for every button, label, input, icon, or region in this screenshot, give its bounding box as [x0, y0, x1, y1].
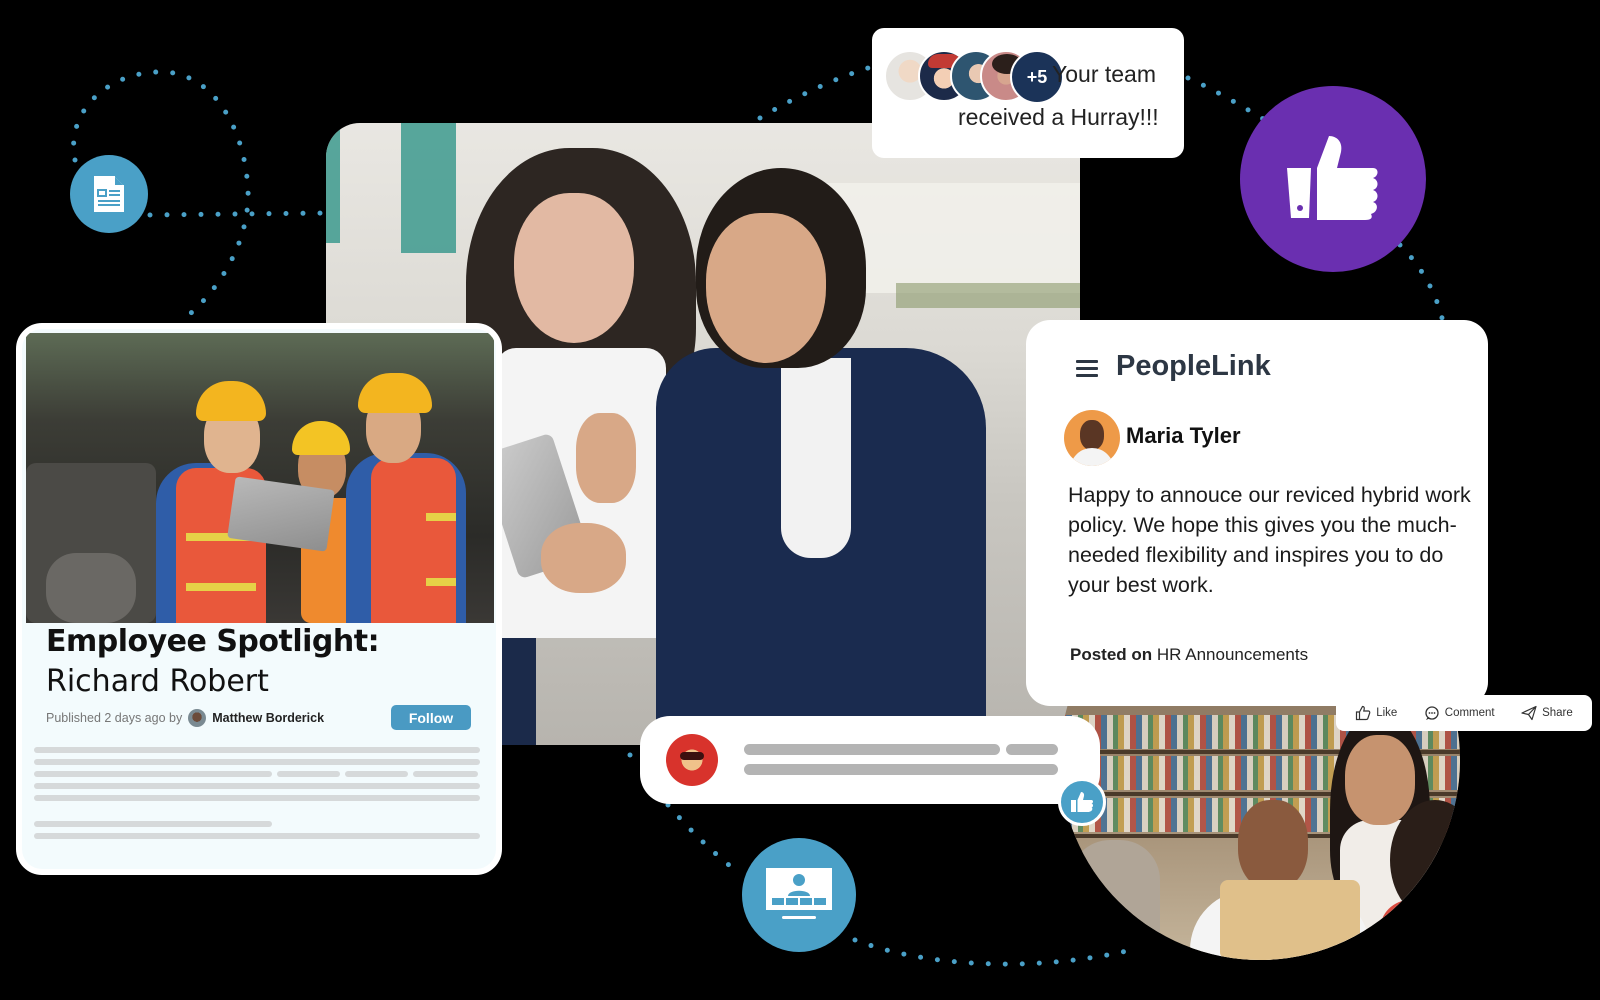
spotlight-employee-name: Richard Robert — [46, 664, 269, 699]
like-button[interactable]: Like — [1355, 705, 1397, 721]
send-paper-plane-icon — [1521, 705, 1537, 721]
text-placeholder — [34, 833, 480, 839]
document-icon — [94, 176, 124, 212]
post-body-text: Happy to annouce our reviced hybrid work… — [1068, 483, 1471, 597]
text-placeholder — [744, 764, 1058, 775]
posted-on-info: Posted on HR Announcements — [1070, 645, 1308, 665]
video-call-icon — [766, 868, 832, 919]
published-text: Published 2 days ago by — [46, 711, 183, 725]
text-placeholder — [277, 771, 340, 777]
text-placeholder — [345, 771, 408, 777]
comment-button[interactable]: Comment — [1424, 705, 1495, 721]
author-name-link[interactable]: Matthew Borderick — [212, 711, 324, 725]
post-author-avatar[interactable] — [1064, 410, 1120, 466]
reaction-like-badge — [1058, 778, 1106, 826]
like-label: Like — [1376, 707, 1398, 719]
hurray-notification-card[interactable]: +5 Your team received a Hurray!!! — [872, 28, 1184, 158]
thumbs-up-outline-icon — [1356, 705, 1371, 721]
hurray-message-line1: Your team — [1052, 61, 1156, 87]
post-author-name[interactable]: Maria Tyler — [1126, 423, 1241, 449]
spotlight-meta: Published 2 days ago by Matthew Borderic… — [46, 709, 324, 727]
comment-label: Comment — [1444, 707, 1495, 719]
comment-preview-card[interactable] — [640, 716, 1100, 804]
spotlight-title: Employee Spotlight: — [46, 624, 380, 659]
text-placeholder — [34, 759, 480, 765]
author-avatar — [188, 709, 207, 727]
posted-on-label: Posted on — [1070, 645, 1153, 664]
like-badge — [1240, 86, 1426, 272]
hamburger-menu-icon[interactable] — [1076, 360, 1098, 378]
posted-on-channel[interactable]: HR Announcements — [1157, 645, 1308, 664]
text-placeholder — [34, 747, 480, 753]
text-placeholder — [744, 744, 1000, 755]
text-placeholder — [34, 821, 272, 827]
follow-button[interactable]: Follow — [391, 705, 471, 730]
share-label: Share — [1542, 707, 1573, 719]
commenter-avatar — [666, 734, 718, 786]
app-brand-title: PeopleLink — [1116, 350, 1271, 382]
share-button[interactable]: Share — [1521, 705, 1573, 721]
text-placeholder — [34, 771, 272, 777]
text-placeholder — [34, 795, 480, 801]
thumbs-up-icon — [1287, 136, 1378, 220]
spotlight-photo-engineers — [26, 333, 494, 623]
text-placeholder — [413, 771, 478, 777]
post-action-bar: Like Comment Share — [1336, 695, 1592, 731]
employee-spotlight-card[interactable]: Employee Spotlight: Richard Robert Publi… — [16, 323, 502, 875]
text-placeholder — [34, 783, 480, 789]
comment-bubble-icon — [1425, 706, 1439, 720]
hurray-message-line2: received a Hurray!!! — [958, 104, 1159, 130]
video-call-badge — [742, 838, 856, 952]
document-badge — [70, 155, 148, 233]
text-placeholder — [1006, 744, 1058, 755]
thumbs-up-icon — [1071, 792, 1093, 812]
peoplelink-post-card: PeopleLink Maria Tyler Happy to annouce … — [1026, 320, 1488, 706]
